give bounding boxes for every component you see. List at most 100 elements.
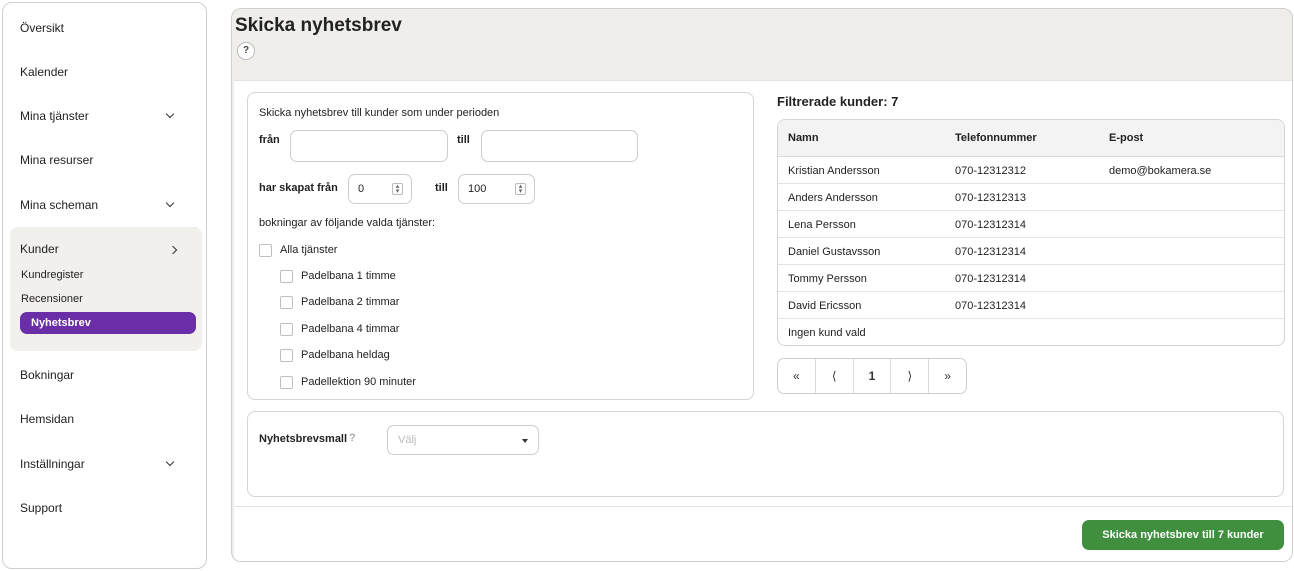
customers-table: Namn Telefonnummer E-post Kristian Ander… (777, 119, 1285, 346)
prev-page-button[interactable]: ⟨ (816, 359, 854, 393)
table-header: Namn Telefonnummer E-post (778, 120, 1284, 157)
nav-installningar[interactable]: Inställningar (20, 454, 176, 474)
nav-hemsidan[interactable]: Hemsidan (20, 409, 176, 429)
column-header[interactable]: E-post (1109, 132, 1143, 144)
table-cell: Kristian Andersson (788, 165, 880, 177)
content-area: Skicka nyhetsbrev till kunder som under … (234, 80, 1292, 561)
pagination: « ⟨ 1 ⟩ » (777, 358, 967, 394)
filtered-customers-heading: Filtrerade kunder: 7 (777, 94, 899, 109)
last-page-button[interactable]: » (929, 359, 966, 393)
sub-kundregister[interactable]: Kundregister (21, 269, 83, 281)
service-label: Padelbana 4 timmar (301, 323, 400, 335)
kunder-group: Kunder Kundregister Recensioner Nyhetsbr… (10, 227, 202, 351)
created-from-label: har skapat från (259, 182, 338, 194)
to-date-input[interactable] (481, 130, 638, 162)
table-cell: demo@bokamera.se (1109, 165, 1212, 177)
to-label: till (457, 134, 470, 146)
table-cell: 070-12312314 (955, 300, 1026, 312)
column-header[interactable]: Telefonnummer (955, 132, 1037, 144)
chevron-down-icon (164, 457, 176, 471)
all-services-checkbox[interactable] (259, 244, 272, 257)
created-to-value: 100 (468, 183, 487, 195)
spinner-icon[interactable]: ▴ ▾ (392, 183, 403, 195)
service-label: Padellektion 90 minuter (301, 376, 416, 388)
nav-label: Bokningar (20, 368, 75, 382)
service-label: Padelbana 1 timme (301, 270, 396, 282)
nav-kunder[interactable]: Kunder (20, 239, 179, 259)
nav-label: Hemsidan (20, 412, 75, 426)
service-label: Padelbana heldag (301, 349, 390, 361)
divider (234, 506, 1292, 507)
created-from-value: 0 (358, 183, 365, 195)
page-title: Skicka nyhetsbrev (235, 15, 402, 36)
from-date-input[interactable] (290, 130, 448, 162)
table-cell: David Ericsson (788, 300, 862, 312)
table-row[interactable]: Ingen kund vald (778, 319, 1284, 345)
sidebar: Översikt Kalender Mina tjänster Mina res… (2, 2, 207, 569)
all-services-label: Alla tjänster (280, 244, 338, 256)
nav-label: Kunder (20, 242, 59, 256)
table-cell: 070-12312314 (955, 219, 1026, 231)
template-card: Nyhetsbrevsmall ? Välj (247, 411, 1284, 497)
table-row[interactable]: Anders Andersson 070-12312313 (778, 184, 1284, 211)
nav-mina-scheman[interactable]: Mina scheman (20, 195, 176, 215)
created-to-label: till (435, 182, 448, 194)
created-to-input[interactable]: 100 ▴ ▾ (458, 174, 535, 204)
nav-support[interactable]: Support (20, 498, 176, 518)
table-row[interactable]: Daniel Gustavsson 070-12312314 (778, 238, 1284, 265)
nav-oversikt[interactable]: Översikt (20, 18, 176, 38)
from-label: från (259, 134, 280, 146)
template-label: Nyhetsbrevsmall (259, 433, 348, 445)
nav-mina-tjanster[interactable]: Mina tjänster (20, 106, 176, 126)
nav-label: Inställningar (20, 457, 85, 471)
table-row[interactable]: Tommy Persson 070-12312314 (778, 265, 1284, 292)
help-icon[interactable]: ? (349, 432, 356, 444)
main-panel: Skicka nyhetsbrev ? Skicka nyhetsbrev ti… (231, 8, 1293, 562)
nav-label: Kalender (20, 65, 69, 79)
table-cell: 070-12312312 (955, 165, 1026, 177)
table-cell: Ingen kund vald (788, 327, 866, 339)
filter-card: Skicka nyhetsbrev till kunder som under … (247, 92, 754, 400)
chevron-right-icon (167, 242, 179, 256)
nav-label: Mina resurser (20, 153, 94, 167)
service-label: Padelbana 2 timmar (301, 296, 400, 308)
table-row[interactable]: Lena Persson 070-12312314 (778, 211, 1284, 238)
nav-mina-resurser[interactable]: Mina resurser (20, 150, 176, 170)
chevron-down-icon (164, 198, 176, 212)
chevron-down-icon (164, 109, 176, 123)
column-header[interactable]: Namn (788, 132, 819, 144)
template-select[interactable]: Välj (387, 425, 539, 455)
service-checkbox[interactable] (280, 270, 293, 283)
service-checkbox[interactable] (280, 376, 293, 389)
nav-bokningar[interactable]: Bokningar (20, 365, 176, 385)
table-cell: Daniel Gustavsson (788, 246, 881, 258)
nav-label: Mina tjänster (20, 109, 89, 123)
service-checkbox[interactable] (280, 296, 293, 309)
filter-intro: Skicka nyhetsbrev till kunder som under … (259, 107, 500, 119)
table-cell: 070-12312314 (955, 246, 1026, 258)
service-checkbox[interactable] (280, 323, 293, 336)
table-row[interactable]: Kristian Andersson 070-12312312 demo@bokam… (778, 157, 1284, 184)
send-newsletter-button[interactable]: Skicka nyhetsbrev till 7 kunder (1082, 520, 1284, 550)
table-row[interactable]: David Ericsson 070-12312314 (778, 292, 1284, 319)
created-from-input[interactable]: 0 ▴ ▾ (348, 174, 412, 204)
table-cell: Tommy Persson (788, 273, 867, 285)
template-placeholder: Välj (398, 434, 417, 446)
next-page-button[interactable]: ⟩ (891, 359, 930, 393)
table-cell: Lena Persson (788, 219, 856, 231)
help-icon[interactable]: ? (237, 42, 255, 60)
nav-label: Mina scheman (20, 198, 99, 212)
table-cell: 070-12312313 (955, 192, 1026, 204)
services-label: bokningar av följande valda tjänster: (259, 217, 436, 229)
spinner-icon[interactable]: ▴ ▾ (515, 183, 526, 195)
nav-label: Support (20, 501, 63, 515)
current-page-button[interactable]: 1 (854, 359, 892, 393)
table-cell: 070-12312314 (955, 273, 1026, 285)
nav-kalender[interactable]: Kalender (20, 62, 176, 82)
table-cell: Anders Andersson (788, 192, 878, 204)
first-page-button[interactable]: « (778, 359, 816, 393)
service-checkbox[interactable] (280, 349, 293, 362)
sub-recensioner[interactable]: Recensioner (21, 293, 83, 305)
sub-nyhetsbrev[interactable]: Nyhetsbrev (20, 312, 196, 334)
nav-label: Översikt (20, 21, 65, 35)
